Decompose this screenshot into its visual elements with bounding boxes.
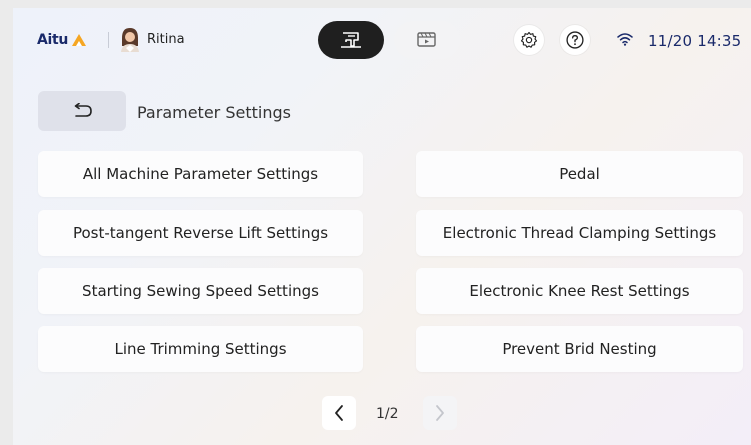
previous-page-button[interactable] (322, 396, 356, 430)
starting-sewing-speed-settings-button[interactable]: Starting Sewing Speed Settings (38, 268, 363, 314)
sewing-mode-button[interactable] (318, 21, 384, 59)
chevron-right-icon (436, 405, 444, 421)
settings-button[interactable] (514, 25, 544, 55)
mode-switch (318, 21, 465, 59)
sewing-machine-icon (341, 32, 361, 48)
page-indicator: 1/2 (376, 406, 399, 422)
electronic-thread-clamping-settings-button[interactable]: Electronic Thread Clamping Settings (416, 210, 743, 256)
screen: Aitu Ritina 11/20 14:35 Parameter Settin… (13, 8, 751, 445)
back-button[interactable] (38, 91, 126, 131)
gear-icon (520, 31, 538, 48)
avatar (121, 28, 139, 52)
video-mode-button[interactable] (394, 21, 460, 59)
help-icon (566, 31, 584, 49)
back-arrow-icon (74, 103, 92, 117)
video-screen-icon (417, 32, 436, 47)
wifi-icon[interactable] (617, 32, 633, 46)
username: Ritina (147, 31, 185, 47)
brand-name: Aitu (37, 32, 69, 48)
pedal-button[interactable]: Pedal (416, 151, 743, 197)
user-profile[interactable]: Ritina (119, 26, 185, 52)
page-title: Parameter Settings (137, 103, 291, 122)
clock: 11/20 14:35 (648, 32, 742, 50)
divider (108, 32, 109, 48)
brand-mark-icon (72, 34, 87, 46)
chevron-left-icon (335, 405, 343, 421)
top-bar: Aitu Ritina 11/20 14:35 (13, 8, 751, 72)
line-trimming-settings-button[interactable]: Line Trimming Settings (38, 326, 363, 372)
brand-logo: Aitu (37, 32, 87, 48)
post-tangent-reverse-lift-settings-button[interactable]: Post-tangent Reverse Lift Settings (38, 210, 363, 256)
next-page-button[interactable] (423, 396, 457, 430)
all-machine-parameter-settings-button[interactable]: All Machine Parameter Settings (38, 151, 363, 197)
prevent-brid-nesting-button[interactable]: Prevent Brid Nesting (416, 326, 743, 372)
electronic-knee-rest-settings-button[interactable]: Electronic Knee Rest Settings (416, 268, 743, 314)
help-button[interactable] (560, 25, 590, 55)
